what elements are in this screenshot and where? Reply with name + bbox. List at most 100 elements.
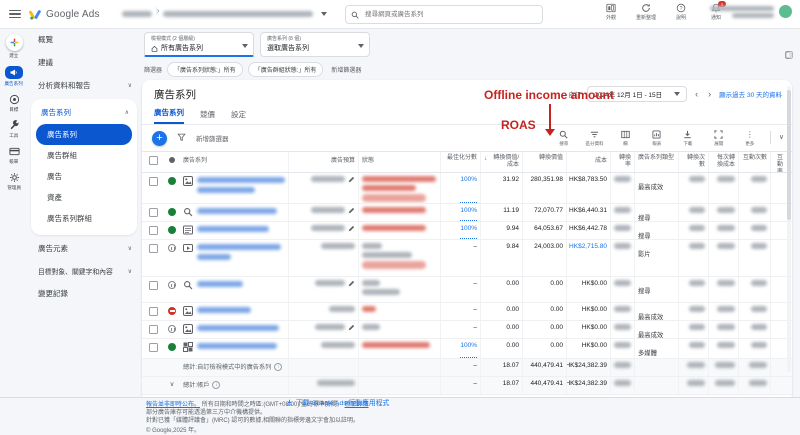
- tab-auctions[interactable]: 競價: [200, 109, 215, 124]
- row-checkbox[interactable]: [148, 177, 158, 186]
- rail-item-billing[interactable]: 帳單: [8, 146, 20, 165]
- nav-sub-assets[interactable]: 資產: [31, 187, 137, 208]
- chevron-down-icon[interactable]: ∨: [170, 380, 175, 394]
- filter-chip-campaign-status[interactable]: 「廣告系列狀態:」所有: [167, 62, 243, 77]
- edit-pencil-icon[interactable]: [348, 207, 355, 214]
- edit-pencil-icon[interactable]: [348, 280, 355, 287]
- avatar[interactable]: [779, 5, 792, 18]
- nav-sub-campaigns[interactable]: 廣告系列: [36, 124, 132, 145]
- account-chip[interactable]: [710, 5, 792, 18]
- dock-panel-icon[interactable]: [785, 46, 793, 64]
- rail-item-admin[interactable]: 管理員: [7, 172, 21, 191]
- header-campaign[interactable]: 廣告系列: [180, 152, 288, 172]
- expand-button[interactable]: 展開: [707, 129, 731, 147]
- global-search[interactable]: [345, 5, 543, 24]
- campaign-name-cell[interactable]: [180, 240, 288, 276]
- nav-sub-ads[interactable]: 廣告: [31, 166, 137, 187]
- row-checkbox[interactable]: [148, 226, 158, 235]
- date-next-button[interactable]: ›: [706, 89, 713, 99]
- header-optimization-score[interactable]: 最佳化分數: [440, 152, 480, 172]
- optimization-score-cell[interactable]: 100%: [440, 204, 480, 221]
- more-button[interactable]: ⋮ 更多: [738, 130, 762, 147]
- view-mode-dropdown[interactable]: 檢視模式 (2 個層級) 所有廣告系列: [144, 32, 254, 57]
- header-budget[interactable]: 廣告預算: [288, 152, 358, 172]
- columns-button[interactable]: 欄: [614, 130, 638, 147]
- campaign-name-cell[interactable]: [180, 173, 288, 203]
- status-enabled-icon[interactable]: [168, 208, 176, 216]
- budget-cell[interactable]: [288, 173, 358, 203]
- rail-item-campaigns[interactable]: 廣告系列: [4, 66, 23, 87]
- nav-change-history[interactable]: 變更記錄: [28, 282, 140, 305]
- info-icon[interactable]: i: [274, 362, 283, 371]
- header-cost[interactable]: 成本: [566, 152, 610, 172]
- edit-pencil-icon[interactable]: [348, 324, 355, 331]
- budget-cell[interactable]: [288, 240, 358, 276]
- header-campaign-type[interactable]: 廣告系列類型: [634, 152, 678, 172]
- campaign-selector-dropdown[interactable]: 廣告系列 (8 個) 選取廣告系列: [260, 32, 370, 57]
- nav-overview[interactable]: 概覽: [28, 28, 140, 51]
- status-paused-icon[interactable]: [168, 281, 176, 289]
- nav-insights[interactable]: 分析資料和報告 ∨: [28, 74, 140, 97]
- campaign-name-cell[interactable]: [180, 204, 288, 221]
- status-paused-icon[interactable]: [168, 325, 176, 333]
- budget-cell[interactable]: [288, 204, 358, 221]
- download-app-link[interactable]: 下載 Google Ads 行動應用程式: [286, 397, 389, 407]
- optimization-score-cell[interactable]: 100%: [440, 173, 480, 203]
- status-enabled-icon[interactable]: [168, 226, 176, 234]
- account-breadcrumb[interactable]: ›: [121, 5, 328, 19]
- show-last-30-days-link[interactable]: 顯示過去 30 天的資料: [719, 89, 782, 99]
- info-icon[interactable]: i: [212, 380, 221, 389]
- row-checkbox[interactable]: [148, 281, 158, 290]
- status-enabled-icon[interactable]: [168, 343, 176, 351]
- appearance-button[interactable]: 外觀: [598, 3, 624, 21]
- row-checkbox[interactable]: [148, 343, 158, 352]
- toolbar-collapse-chevron[interactable]: ∨: [779, 133, 784, 141]
- header-conv-value[interactable]: 轉換價值: [522, 152, 566, 172]
- budget-cell[interactable]: [288, 277, 358, 302]
- edit-pencil-icon[interactable]: [348, 176, 355, 183]
- optimization-score-cell[interactable]: 100%: [440, 339, 480, 358]
- tab-campaigns[interactable]: 廣告系列: [154, 107, 184, 124]
- edit-pencil-icon[interactable]: [348, 225, 355, 232]
- header-interaction-rate[interactable]: 互動率: [770, 152, 786, 172]
- row-checkbox[interactable]: [148, 208, 158, 217]
- row-checkbox[interactable]: [148, 325, 158, 334]
- tab-settings[interactable]: 設定: [231, 109, 246, 124]
- filter-chip-adgroup-status[interactable]: 「廣告群組狀態:」所有: [247, 62, 324, 77]
- nav-recommendations[interactable]: 建議: [28, 51, 140, 74]
- date-prev-button[interactable]: ‹: [693, 89, 700, 99]
- menu-icon[interactable]: [9, 10, 21, 18]
- nav-ad-elements[interactable]: 廣告元素 ∨: [28, 237, 140, 260]
- campaign-name-cell[interactable]: [180, 222, 288, 239]
- rail-item-tools[interactable]: 工具: [9, 120, 20, 139]
- reports-button[interactable]: 報表: [645, 129, 669, 147]
- nav-sub-ad-groups[interactable]: 廣告群組: [31, 145, 137, 166]
- nav-campaigns-section[interactable]: 廣告系列 ∧: [31, 101, 137, 124]
- cost-cell[interactable]: HK$2,715.80: [566, 240, 610, 276]
- refresh-button[interactable]: 重新整理: [633, 3, 659, 21]
- filter-funnel-icon[interactable]: [177, 129, 186, 147]
- header-status[interactable]: 狀態: [358, 152, 440, 172]
- rail-item-goals[interactable]: 目標: [9, 94, 20, 113]
- status-removed-icon[interactable]: [168, 307, 176, 315]
- status-enabled-icon[interactable]: [168, 177, 176, 185]
- add-filter-link[interactable]: 新增篩選器: [331, 65, 361, 74]
- nav-sub-campaign-groups[interactable]: 廣告系列群組: [31, 208, 137, 229]
- budget-cell[interactable]: [288, 303, 358, 320]
- table-search-button[interactable]: 搜尋: [552, 130, 576, 147]
- row-checkbox[interactable]: [148, 244, 158, 253]
- header-conv-rate[interactable]: 轉換率: [610, 152, 634, 172]
- v-scroll-thumb[interactable]: [787, 90, 791, 220]
- header-interactions[interactable]: 互動次數: [738, 152, 770, 172]
- footer-report-link[interactable]: 報告並非即時公布。: [146, 402, 200, 408]
- help-button[interactable]: ? 說明: [668, 3, 694, 21]
- campaign-name-cell[interactable]: [180, 321, 288, 338]
- toolbar-add-filter[interactable]: 新增篩選器: [196, 133, 229, 143]
- header-conv-value-per-cost[interactable]: ↓ 轉換價值/成本: [480, 152, 522, 172]
- budget-cell[interactable]: [288, 339, 358, 358]
- campaign-name-cell[interactable]: [180, 339, 288, 358]
- search-input[interactable]: [363, 10, 537, 19]
- campaign-name-cell[interactable]: [180, 303, 288, 320]
- select-all-checkbox[interactable]: [148, 156, 158, 165]
- rail-item-create[interactable]: 建立: [5, 34, 23, 59]
